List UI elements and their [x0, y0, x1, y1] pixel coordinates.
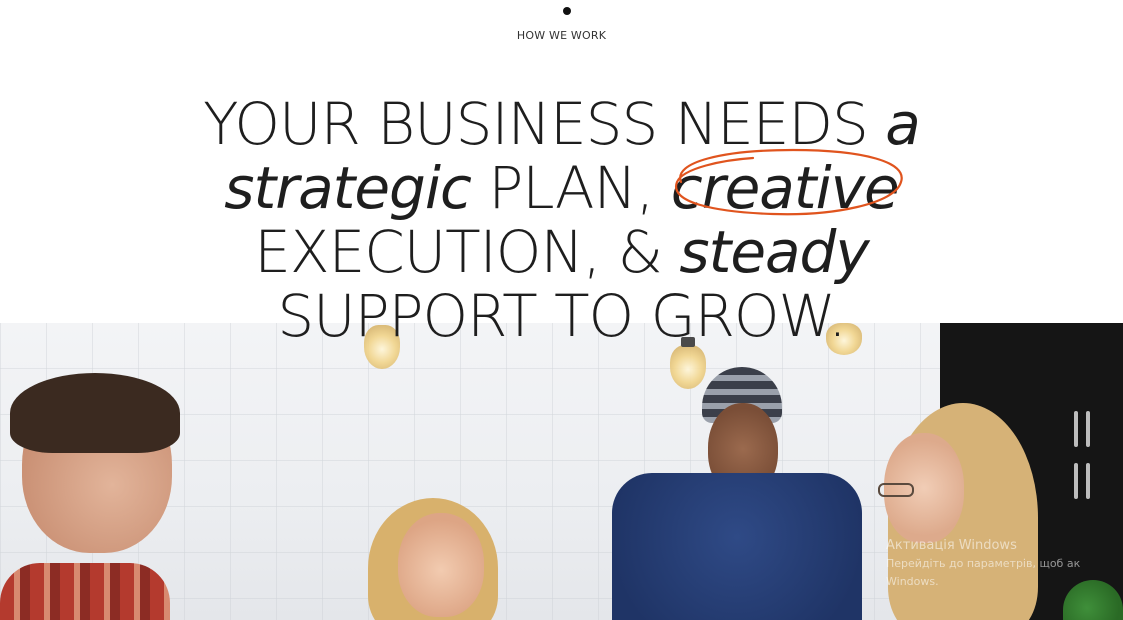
headline-text: PLAN,	[488, 154, 654, 222]
cabinet-handle	[1074, 463, 1078, 499]
headline-italic: steady	[679, 218, 869, 286]
pendant-bulb	[670, 345, 706, 389]
headline-line-2: strategic PLAN, creative	[0, 148, 1123, 222]
headline-line-4: SUPPORT TO GROW.	[0, 284, 1123, 348]
hero-headline: YOUR BUSINESS NEEDS a strategic PLAN, cr…	[0, 92, 1123, 348]
cabinet-handle	[1086, 411, 1090, 447]
circled-word: creative	[670, 148, 903, 222]
headline-line-3: EXECUTION, & steady	[0, 220, 1123, 284]
headline-text: EXECUTION, &	[254, 218, 663, 286]
headline-text: SUPPORT TO GROW.	[277, 282, 846, 350]
watermark-title: Активація Windows	[886, 538, 1017, 553]
headline-text: YOUR BUSINESS NEEDS	[203, 90, 869, 158]
cabinet-handle	[1086, 463, 1090, 499]
section-indicator-dot	[563, 7, 571, 15]
headline-italic: strategic	[224, 154, 472, 222]
headline-line-1: YOUR BUSINESS NEEDS a	[0, 92, 1123, 156]
watermark-subtitle: Перейдіть до параметрів, щоб ак	[886, 557, 1081, 570]
headline-italic: a	[885, 90, 921, 158]
headline-italic-circled: creative	[670, 154, 900, 222]
cabinet-handle	[1074, 411, 1078, 447]
watermark-subtitle-2: Windows.	[886, 575, 939, 588]
section-eyebrow: HOW WE WORK	[516, 29, 607, 42]
windows-activation-watermark: Активація Windows Перейдіть до параметрі…	[886, 537, 1080, 591]
